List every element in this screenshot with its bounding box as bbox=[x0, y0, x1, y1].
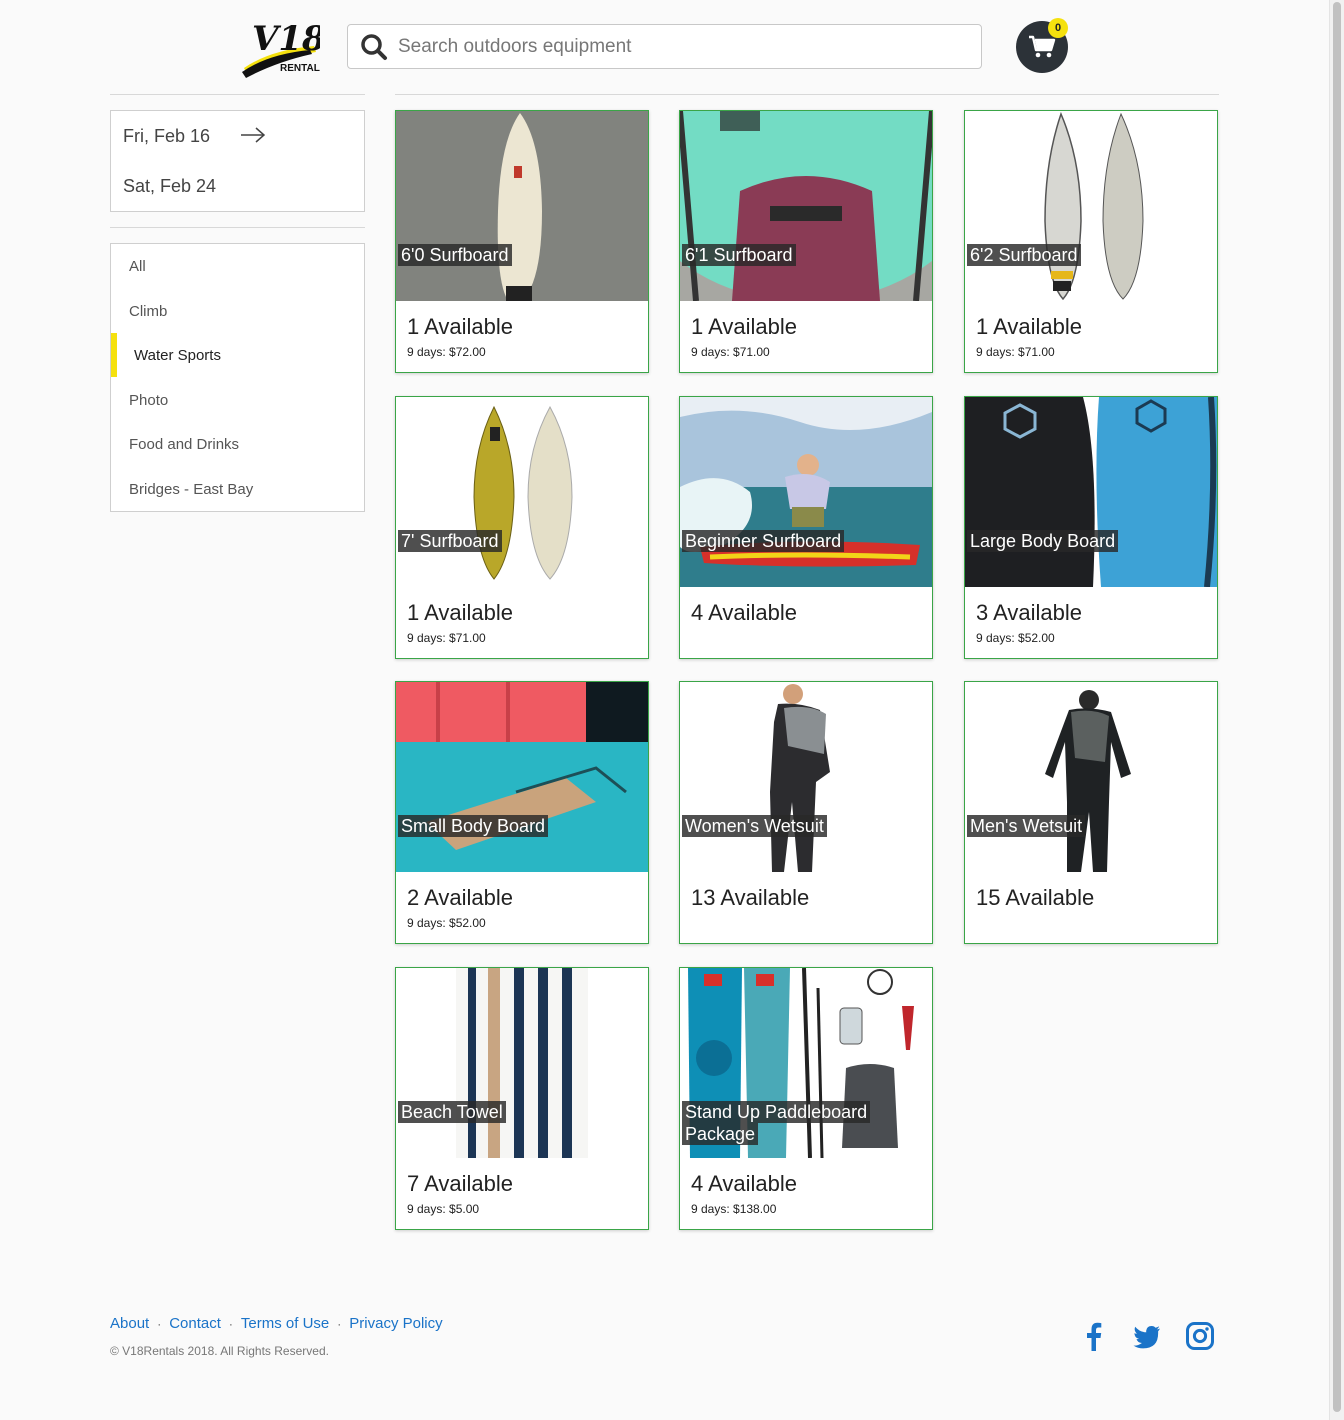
logo-subtext: RENTALS bbox=[280, 63, 320, 74]
product-availability: 15 Available bbox=[976, 885, 1095, 910]
product-name: 7' Surfboard bbox=[398, 530, 502, 552]
product-name: 6'0 Surfboard bbox=[398, 244, 512, 266]
product-availability: 1 Available bbox=[976, 314, 1083, 339]
search-input[interactable] bbox=[398, 26, 981, 67]
separator: · bbox=[157, 1316, 162, 1331]
product-availability: 4 Available bbox=[691, 1171, 798, 1196]
cart-button[interactable]: 0 bbox=[1016, 18, 1068, 73]
product-card[interactable]: 6'0 Surfboard 1 Available 9 days: $72.00 bbox=[395, 110, 649, 373]
separator: · bbox=[228, 1316, 233, 1331]
product-availability: 7 Available bbox=[407, 1171, 514, 1196]
product-image bbox=[396, 682, 648, 872]
product-name: Beginner Surfboard bbox=[682, 530, 845, 552]
category-list: All Climb Water Sports Photo Food and Dr… bbox=[110, 243, 365, 512]
footer-links: About · Contact · Terms of Use · Privacy… bbox=[110, 1315, 443, 1332]
copyright: © V18Rentals 2018. All Rights Reserved. bbox=[110, 1344, 329, 1358]
product-name: Small Body Board bbox=[398, 815, 549, 837]
product-card[interactable]: Large Body Board 3 Available 9 days: $52… bbox=[964, 396, 1218, 659]
product-availability: 1 Available bbox=[691, 314, 798, 339]
terms-of-use-link[interactable]: Terms of Use bbox=[241, 1315, 329, 1332]
category-food-and-drinks[interactable]: Food and Drinks bbox=[111, 422, 364, 466]
product-price: 9 days: $138.00 bbox=[691, 1202, 777, 1216]
cart-count-badge: 0 bbox=[1048, 18, 1068, 38]
category-label: Climb bbox=[129, 302, 168, 320]
product-image bbox=[965, 111, 1217, 301]
contact-link[interactable]: Contact bbox=[169, 1315, 221, 1332]
product-availability: 13 Available bbox=[691, 885, 810, 910]
product-name: Stand Up Paddleboard bbox=[682, 1101, 871, 1123]
product-card[interactable]: 6'2 Surfboard 1 Available 9 days: $71.00 bbox=[964, 110, 1218, 373]
product-card[interactable]: Small Body Board 2 Available 9 days: $52… bbox=[395, 681, 649, 944]
product-card[interactable]: Men's Wetsuit 15 Available bbox=[964, 681, 1218, 944]
search-icon[interactable] bbox=[359, 32, 389, 62]
product-price: 9 days: $71.00 bbox=[691, 345, 770, 359]
product-name: 6'1 Surfboard bbox=[682, 244, 796, 266]
product-price: 9 days: $71.00 bbox=[407, 631, 486, 645]
product-image bbox=[396, 111, 648, 301]
twitter-icon[interactable] bbox=[1132, 1321, 1162, 1351]
divider bbox=[395, 94, 1219, 95]
product-image bbox=[396, 968, 648, 1158]
product-price: 9 days: $5.00 bbox=[407, 1202, 480, 1216]
product-name: Large Body Board bbox=[967, 530, 1119, 552]
divider bbox=[110, 94, 365, 95]
product-price: 9 days: $52.00 bbox=[407, 916, 486, 930]
divider bbox=[110, 227, 365, 228]
product-name: Men's Wetsuit bbox=[967, 815, 1086, 837]
category-label: Food and Drinks bbox=[129, 435, 240, 453]
category-climb[interactable]: Climb bbox=[111, 289, 364, 333]
product-availability: 1 Available bbox=[407, 600, 514, 625]
page-scrollbar[interactable] bbox=[1329, 0, 1344, 1420]
product-name: Women's Wetsuit bbox=[682, 815, 827, 837]
product-price: 9 days: $52.00 bbox=[976, 631, 1055, 645]
product-availability: 4 Available bbox=[691, 600, 798, 625]
product-image bbox=[680, 682, 932, 872]
product-card[interactable]: 6'1 Surfboard 1 Available 9 days: $71.00 bbox=[679, 110, 933, 373]
search-bar bbox=[347, 24, 982, 69]
product-name-line2: Package bbox=[682, 1123, 759, 1145]
category-photo[interactable]: Photo bbox=[111, 378, 364, 422]
product-availability: 3 Available bbox=[976, 600, 1083, 625]
facebook-icon[interactable] bbox=[1081, 1321, 1111, 1351]
product-card[interactable]: 7' Surfboard 1 Available 9 days: $71.00 bbox=[395, 396, 649, 659]
end-date[interactable]: Sat, Feb 24 bbox=[123, 176, 216, 197]
category-label: All bbox=[129, 257, 146, 275]
start-date[interactable]: Fri, Feb 16 bbox=[123, 126, 210, 147]
logo-text: V18 bbox=[252, 19, 320, 59]
product-availability: 2 Available bbox=[407, 885, 514, 910]
category-water-sports[interactable]: Water Sports bbox=[111, 333, 364, 377]
product-name: 6'2 Surfboard bbox=[967, 244, 1081, 266]
about-link[interactable]: About bbox=[110, 1315, 149, 1332]
product-price: 9 days: $71.00 bbox=[976, 345, 1055, 359]
separator: · bbox=[337, 1316, 342, 1331]
product-price: 9 days: $72.00 bbox=[407, 345, 486, 359]
product-card[interactable]: Beginner Surfboard 4 Available bbox=[679, 396, 933, 659]
product-image bbox=[965, 682, 1217, 872]
product-image bbox=[680, 397, 932, 587]
privacy-policy-link[interactable]: Privacy Policy bbox=[349, 1315, 442, 1332]
product-card[interactable]: Stand Up Paddleboard Package 4 Available… bbox=[679, 967, 933, 1230]
category-bridges-east-bay[interactable]: Bridges - East Bay bbox=[111, 467, 364, 511]
category-label: Photo bbox=[129, 391, 169, 409]
date-range-picker[interactable]: Fri, Feb 16 Sat, Feb 24 bbox=[110, 110, 365, 212]
product-card[interactable]: Women's Wetsuit 13 Available bbox=[679, 681, 933, 944]
product-card[interactable]: Beach Towel 7 Available 9 days: $5.00 bbox=[395, 967, 649, 1230]
product-name: Beach Towel bbox=[398, 1101, 506, 1123]
product-image bbox=[396, 397, 648, 587]
arrow-right-icon bbox=[241, 127, 266, 143]
product-image bbox=[680, 111, 932, 301]
brand-logo[interactable]: V18 RENTALS bbox=[240, 10, 327, 80]
scrollbar-thumb[interactable] bbox=[1333, 2, 1341, 1412]
cart-icon bbox=[1029, 35, 1056, 58]
category-label: Water Sports bbox=[134, 346, 221, 364]
product-availability: 1 Available bbox=[407, 314, 514, 339]
category-all[interactable]: All bbox=[111, 244, 364, 288]
instagram-icon[interactable] bbox=[1185, 1321, 1215, 1351]
category-label: Bridges - East Bay bbox=[129, 480, 254, 498]
product-image bbox=[965, 397, 1217, 587]
